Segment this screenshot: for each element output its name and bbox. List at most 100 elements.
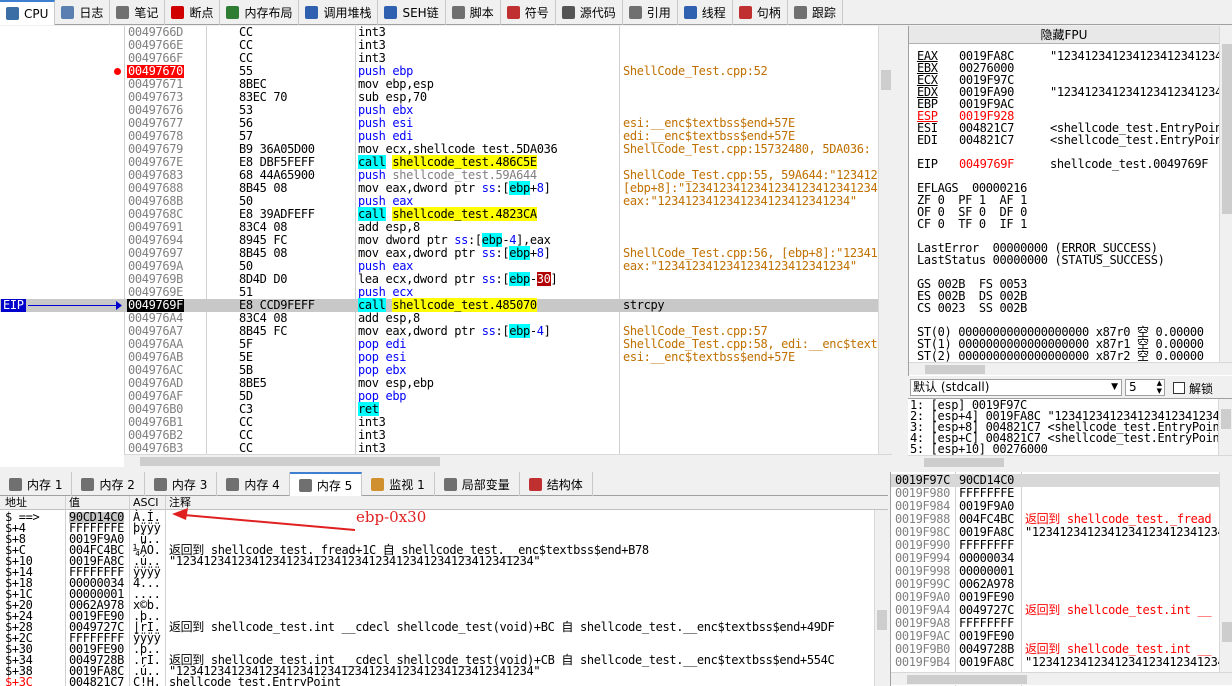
tab-label: CPU [24,6,49,21]
disassembly-vertical-scrollbar[interactable] [878,26,892,467]
argument-row[interactable]: 5: [esp+10] 00276000 [910,443,1048,455]
tab-label: 跟踪 [811,6,836,20]
instruction-comment: esi:__enc$textbss$end+57E [623,350,795,364]
arguments-horizontal-scrollbar[interactable] [908,455,1232,467]
instruction-comment: ShellCode_Test.cpp:52 [623,64,768,78]
script-icon [451,6,465,19]
last-status-row: LastStatus 00000000 (STATUS_SUCCESS) [917,253,1165,267]
tab-source[interactable]: 源代码 [556,0,623,25]
tab-handles[interactable]: 句柄 [733,0,788,25]
tab-label: 笔记 [134,6,159,20]
tab-call-stack[interactable]: 调用堆栈 [299,0,379,25]
dump-value[interactable]: 004821C7 [69,676,124,686]
register-annotation: "1234123412341234123412341234" [1050,85,1232,99]
stack-horizontal-scrollbar[interactable] [891,672,1232,685]
tab-label: 线程 [701,6,726,20]
dump-row[interactable]: $+3C 004821C7 Ç!H. shellcode_test.EntryPoin… [0,675,874,686]
dump-row[interactable]: $+2C FFFFFFFF ÿÿÿÿ [0,632,874,644]
dump-row[interactable]: $+38 0019FA8C .ú.. "12341234123412341234123… [0,665,874,677]
tab-memory-map[interactable]: 内存布局 [220,0,300,25]
dump-vertical-scrollbar[interactable] [874,510,888,686]
tab-label: 内存 3 [171,478,208,492]
instruction-comment: ShellCode_Test.cpp:15732480, 5DA036: [623,142,871,156]
tab-label: 内存 1 [27,478,63,492]
memory-icon [298,479,312,492]
register-name: EIP [917,157,938,171]
stack-row[interactable]: 0019F9B4 0019FA8C "12341234123412341234123… [891,656,1232,669]
memory-dump-view[interactable]: 地址 值 ASCI 注释 $ ==> 90CD14C0 À.Í. $+4 FFFFFFF… [0,496,888,686]
tab-label: SEH链 [402,6,439,20]
hide-fpu-button[interactable]: 隐藏FPU [909,26,1219,44]
register-annotation: <shellcode_test.EntryPoint> [1050,133,1232,147]
dump-comment: "123412341234123412341234123412341234123… [169,554,541,568]
dump-header-ascii[interactable]: ASCI [133,496,158,510]
tab-trace[interactable]: 跟踪 [788,0,843,25]
tab-struct[interactable]: 结构体 [520,472,593,497]
disassembly-view[interactable]: 0049766D CC int3 0049766E CC int3 0049766F CC in… [0,26,892,467]
tab-mem1[interactable]: 内存 1 [0,472,73,497]
disassembly-horizontal-scrollbar[interactable] [124,454,892,467]
breakpoint-icon [171,6,185,19]
memory-icon [153,478,167,491]
chevron-down-icon: ▼ [1111,382,1118,392]
tab-cpu[interactable]: CPU [0,0,56,25]
stack-vertical-scrollbar[interactable] [1219,472,1232,672]
flags-row[interactable]: CF 0 TF 0 IF 1 [917,218,1027,231]
tab-label: 引用 [646,6,671,20]
calling-convention-select[interactable]: 默认 (stdcall) ▼ [910,379,1122,396]
dump-row[interactable]: $+10 0019FA8C .ú.. "12341234123412341234123… [0,554,874,568]
arguments-panel[interactable]: 1: [esp] 0019F97C 2: [esp+4] 0019FA8C "12… [908,398,1232,467]
breakpoint-dot-icon[interactable] [114,68,121,75]
tab-breakpoints[interactable]: 断点 [165,0,221,25]
argument-count-value: 5 [1129,380,1137,394]
tab-script[interactable]: 脚本 [446,0,501,25]
tab-mem5[interactable]: 内存 5 [289,472,363,497]
dump-header-value[interactable]: 值 [69,496,80,510]
register-horizontal-scrollbar[interactable] [909,362,1232,375]
dump-row[interactable]: $+1C 00000001.... [0,588,874,600]
tab-seh[interactable]: SEH链 [378,0,446,25]
tab-label: 断点 [189,6,214,20]
tab-watch1[interactable]: 监视 1 [362,472,435,497]
tab-label: 内存布局 [244,6,293,20]
instruction-comment: strcpy [623,298,665,312]
trace-icon [793,6,807,19]
dump-comment: 返回到 shellcode_test.int __cdecl shellcode… [169,620,835,634]
register-value[interactable]: 004821C7 [959,134,1014,147]
arguments-vertical-scrollbar[interactable] [1218,399,1232,456]
tab-threads[interactable]: 线程 [678,0,733,25]
dump-row[interactable]: $+14 FFFFFFFF ÿÿÿÿ [0,566,874,578]
tab-notes[interactable]: 笔记 [110,0,166,25]
tab-mem4[interactable]: 内存 4 [217,472,290,497]
spin-arrows-icon: ▲ ▼ [1156,379,1162,395]
stack-view[interactable]: 0019F97C 90CD14C0 0019F980 FFFFFFFE 0019F984… [890,472,1232,686]
tab-mem2[interactable]: 内存 2 [72,472,145,497]
tab-label: 符号 [524,6,549,20]
tab-label: 结构体 [546,478,583,492]
argument-count-stepper[interactable]: 5 ▲ ▼ [1125,379,1165,396]
dump-row[interactable]: $+4 FFFFFFFE þÿÿÿ [0,522,874,534]
dump-comment: shellcode_test.EntryPoint [169,675,341,686]
tab-locals[interactable]: 局部变量 [435,472,520,497]
segment-row[interactable]: CS 0023 SS 002B [917,302,1027,315]
register-panel[interactable]: 隐藏FPU EAX 0019FA8C "1234123412341234123412… [908,26,1232,376]
dump-offset: $+3C [5,675,33,686]
tab-references[interactable]: 引用 [623,0,678,25]
handles-icon [738,6,752,19]
source-icon [561,6,575,19]
dump-row[interactable]: $ ==> 90CD14C0 À.Í. [0,511,874,523]
stack-value[interactable]: 0019FA8C [959,656,1014,669]
eip-marker: EIP [0,299,124,312]
dump-row[interactable]: $+18 00000034 4... [0,577,874,589]
register-value[interactable]: 0049769F [959,158,1014,171]
tab-symbols[interactable]: 符号 [501,0,556,25]
locals-icon [443,478,457,491]
unlock-checkbox[interactable] [1173,382,1185,394]
dump-header-address[interactable]: 地址 [5,496,27,510]
register-vertical-scrollbar[interactable] [1219,26,1232,362]
dump-row[interactable]: $+28 0049727C |rI. 返回到 shellcode_test.int _… [0,620,874,634]
tab-mem3[interactable]: 内存 3 [145,472,218,497]
memory-icon [81,478,95,491]
dump-row[interactable]: $+20 0062A978 x©b. [0,599,874,611]
tab-log[interactable]: 日志 [55,0,111,25]
